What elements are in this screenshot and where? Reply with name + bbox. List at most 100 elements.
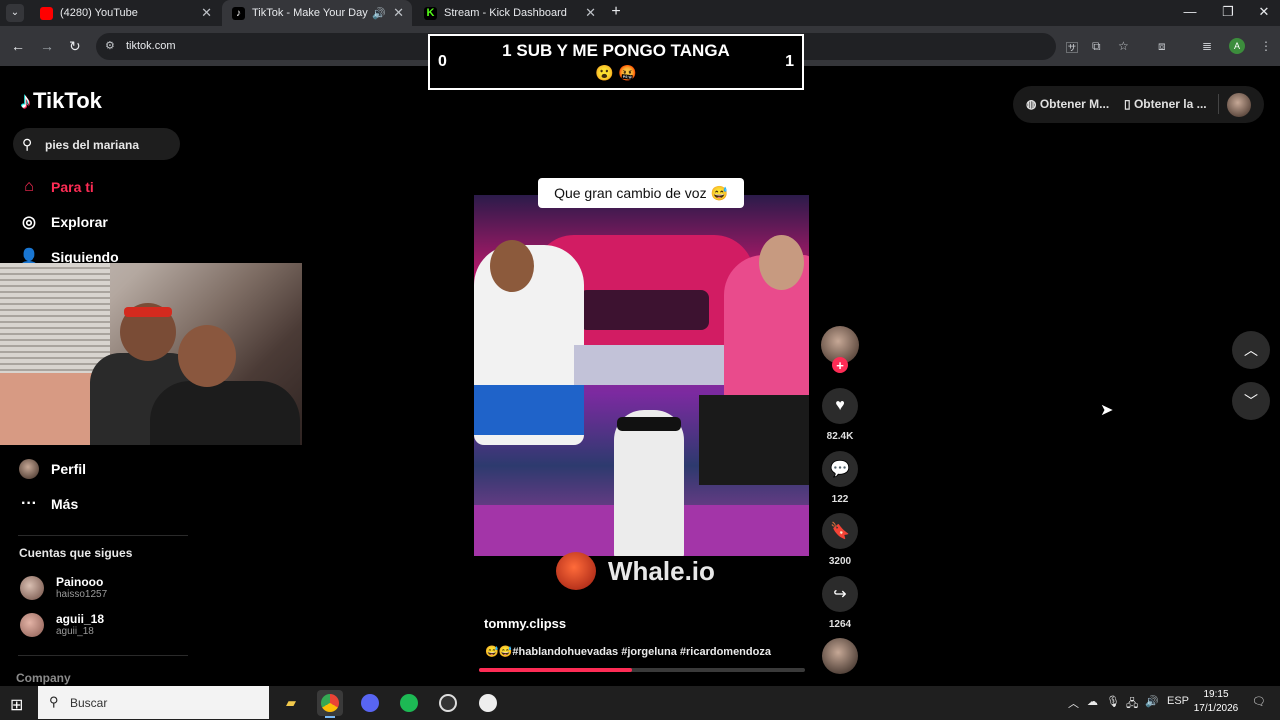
volume-icon[interactable]: 🔊 bbox=[1145, 695, 1159, 708]
network-icon[interactable]: 🖧 bbox=[1126, 695, 1138, 714]
video-description[interactable]: 😅😅#hablandohuevadas #jorgeluna #ricardom… bbox=[485, 645, 771, 658]
tiktok-icon: ♪ bbox=[232, 6, 245, 20]
save-count: 3200 bbox=[828, 556, 852, 567]
tab-title: TikTok - Make Your Day bbox=[252, 7, 368, 19]
clock-date[interactable]: 17/1/2026 bbox=[1192, 703, 1240, 714]
chrome-icon[interactable] bbox=[317, 690, 343, 718]
reload-icon[interactable]: ↻ bbox=[69, 38, 81, 55]
restore-icon[interactable]: ❐ bbox=[1216, 4, 1240, 20]
clock-time[interactable]: 19:15 bbox=[1196, 689, 1236, 700]
compass-icon: ◎ bbox=[22, 214, 36, 231]
nav-label: Explorar bbox=[51, 214, 108, 230]
following-handle: haisso1257 bbox=[56, 589, 108, 600]
avatar[interactable] bbox=[1227, 93, 1251, 117]
nav-more[interactable]: ··· Más bbox=[18, 492, 78, 516]
share-icon: ↪ bbox=[833, 586, 847, 603]
search-icon: ⚲ bbox=[49, 694, 59, 709]
tab-title: Stream - Kick Dashboard bbox=[444, 7, 567, 19]
follow-plus-icon[interactable]: + bbox=[832, 357, 848, 373]
company-link[interactable]: Company bbox=[16, 671, 71, 685]
profile-avatar[interactable]: A bbox=[1229, 38, 1245, 54]
heart-icon: ♥ bbox=[835, 397, 845, 414]
divider bbox=[18, 535, 188, 536]
get-app-label: Obtener la ... bbox=[1133, 97, 1207, 111]
avatar bbox=[20, 612, 44, 637]
tiktok-note-icon: ♪ bbox=[20, 88, 31, 113]
share-count: 1264 bbox=[828, 619, 852, 630]
video-progress-bar[interactable] bbox=[479, 668, 805, 672]
extensions-icon[interactable]: ⧈ bbox=[1158, 39, 1166, 54]
window-close-icon[interactable]: ✕ bbox=[1252, 4, 1276, 20]
url-text[interactable]: tiktok.com bbox=[126, 40, 176, 52]
tiktok-logo[interactable]: ♪ TikTok bbox=[20, 88, 102, 114]
following-title: Cuentas que sigues bbox=[19, 546, 133, 560]
translate-icon[interactable]: 🈂 bbox=[1066, 39, 1078, 56]
logo-text: TikTok bbox=[33, 88, 102, 113]
get-app-button[interactable]: ▯ Obtener la ... bbox=[1124, 97, 1207, 111]
nav-profile[interactable]: Perfil bbox=[18, 457, 86, 481]
browser-tab-bar: ⌄ (4280) YouTube ✕ ♪ TikTok - Make Your … bbox=[0, 0, 1280, 26]
spotify-icon[interactable] bbox=[396, 690, 422, 716]
windows-start-icon[interactable]: ⊞ bbox=[10, 695, 23, 715]
speaker-icon[interactable]: 🔊 bbox=[372, 7, 386, 20]
media-control-icon[interactable]: ≣ bbox=[1202, 39, 1212, 53]
obs-icon[interactable] bbox=[435, 690, 461, 716]
star-icon[interactable]: ☆ bbox=[1118, 39, 1129, 53]
mascot-icon bbox=[556, 552, 596, 590]
video-author[interactable]: tommy.clipss bbox=[484, 616, 566, 631]
mouse-cursor-icon: ➤ bbox=[1100, 402, 1114, 419]
comment-button[interactable]: 💬 bbox=[822, 451, 858, 487]
nav-for-you[interactable]: ⌂ Para ti bbox=[18, 175, 94, 199]
previous-video-button[interactable]: ︿ bbox=[1232, 331, 1270, 369]
back-arrow-icon[interactable]: ← bbox=[11, 38, 25, 54]
overlay-title: 1 SUB Y ME PONGO TANGA bbox=[502, 41, 730, 60]
nav-label: Perfil bbox=[51, 461, 87, 477]
tab-tiktok[interactable]: ♪ TikTok - Make Your Day 🔊 ✕ bbox=[222, 0, 412, 26]
nav-label: Más bbox=[51, 496, 79, 512]
following-name: Painooo bbox=[56, 575, 104, 589]
video-caption: Que gran cambio de voz 😅 bbox=[538, 178, 744, 208]
avatar bbox=[18, 459, 40, 479]
share-button[interactable]: ↪ bbox=[822, 576, 858, 612]
app-icon[interactable] bbox=[475, 690, 501, 716]
score-right: 1 bbox=[785, 53, 794, 70]
youtube-icon bbox=[40, 6, 53, 20]
tab-youtube[interactable]: (4280) YouTube ✕ bbox=[30, 0, 220, 26]
file-explorer-icon[interactable]: ▰ bbox=[278, 690, 304, 716]
language-indicator[interactable]: ESP bbox=[1167, 695, 1189, 707]
notification-icon[interactable]: 🗨 bbox=[1252, 695, 1266, 708]
get-coins-label: Obtener M... bbox=[1039, 97, 1110, 111]
close-icon[interactable]: ✕ bbox=[585, 5, 596, 21]
menu-kebab-icon[interactable]: ⋮ bbox=[1260, 39, 1272, 53]
nav-explore[interactable]: ◎ Explorar bbox=[18, 210, 108, 234]
chevron-up-icon: ︿ bbox=[1244, 342, 1258, 358]
install-app-icon[interactable]: ⧉ bbox=[1092, 39, 1101, 54]
new-tab-button[interactable]: + bbox=[604, 3, 628, 21]
close-icon[interactable]: ✕ bbox=[393, 5, 404, 21]
watermark-text: Whale.io bbox=[608, 555, 715, 586]
minimize-icon[interactable]: — bbox=[1178, 4, 1202, 19]
discord-tray-icon[interactable]: ☁ bbox=[1087, 695, 1098, 708]
site-info-icon[interactable]: ⚙ bbox=[105, 39, 115, 52]
discord-icon[interactable] bbox=[357, 690, 383, 716]
tab-kick[interactable]: K Stream - Kick Dashboard ✕ bbox=[414, 0, 604, 26]
forward-arrow-icon[interactable]: → bbox=[40, 38, 54, 54]
phone-icon: ▯ bbox=[1124, 97, 1131, 111]
search-value[interactable]: pies del mariana bbox=[45, 138, 139, 152]
more-icon: ··· bbox=[21, 495, 37, 512]
following-item[interactable]: aguii_18 aguii_18 bbox=[20, 612, 104, 637]
microphone-icon[interactable]: 🎙 bbox=[1106, 695, 1120, 708]
tab-title: (4280) YouTube bbox=[60, 7, 138, 19]
close-icon[interactable]: ✕ bbox=[201, 5, 212, 21]
tray-chevron-icon[interactable]: ︿ bbox=[1068, 695, 1079, 711]
coin-icon: ◍ bbox=[1026, 97, 1037, 111]
next-video-button[interactable]: ﹀ bbox=[1232, 382, 1270, 420]
music-disc[interactable] bbox=[822, 638, 858, 674]
video-player[interactable] bbox=[474, 195, 809, 556]
following-item[interactable]: Painooo haisso1257 bbox=[20, 575, 107, 600]
like-button[interactable]: ♥ bbox=[822, 388, 858, 424]
get-coins-button[interactable]: ◍ Obtener M... bbox=[1026, 97, 1109, 111]
tab-search-button[interactable]: ⌄ bbox=[6, 4, 24, 22]
save-button[interactable]: 🔖 bbox=[822, 513, 858, 549]
nav-label: Para ti bbox=[51, 179, 94, 195]
